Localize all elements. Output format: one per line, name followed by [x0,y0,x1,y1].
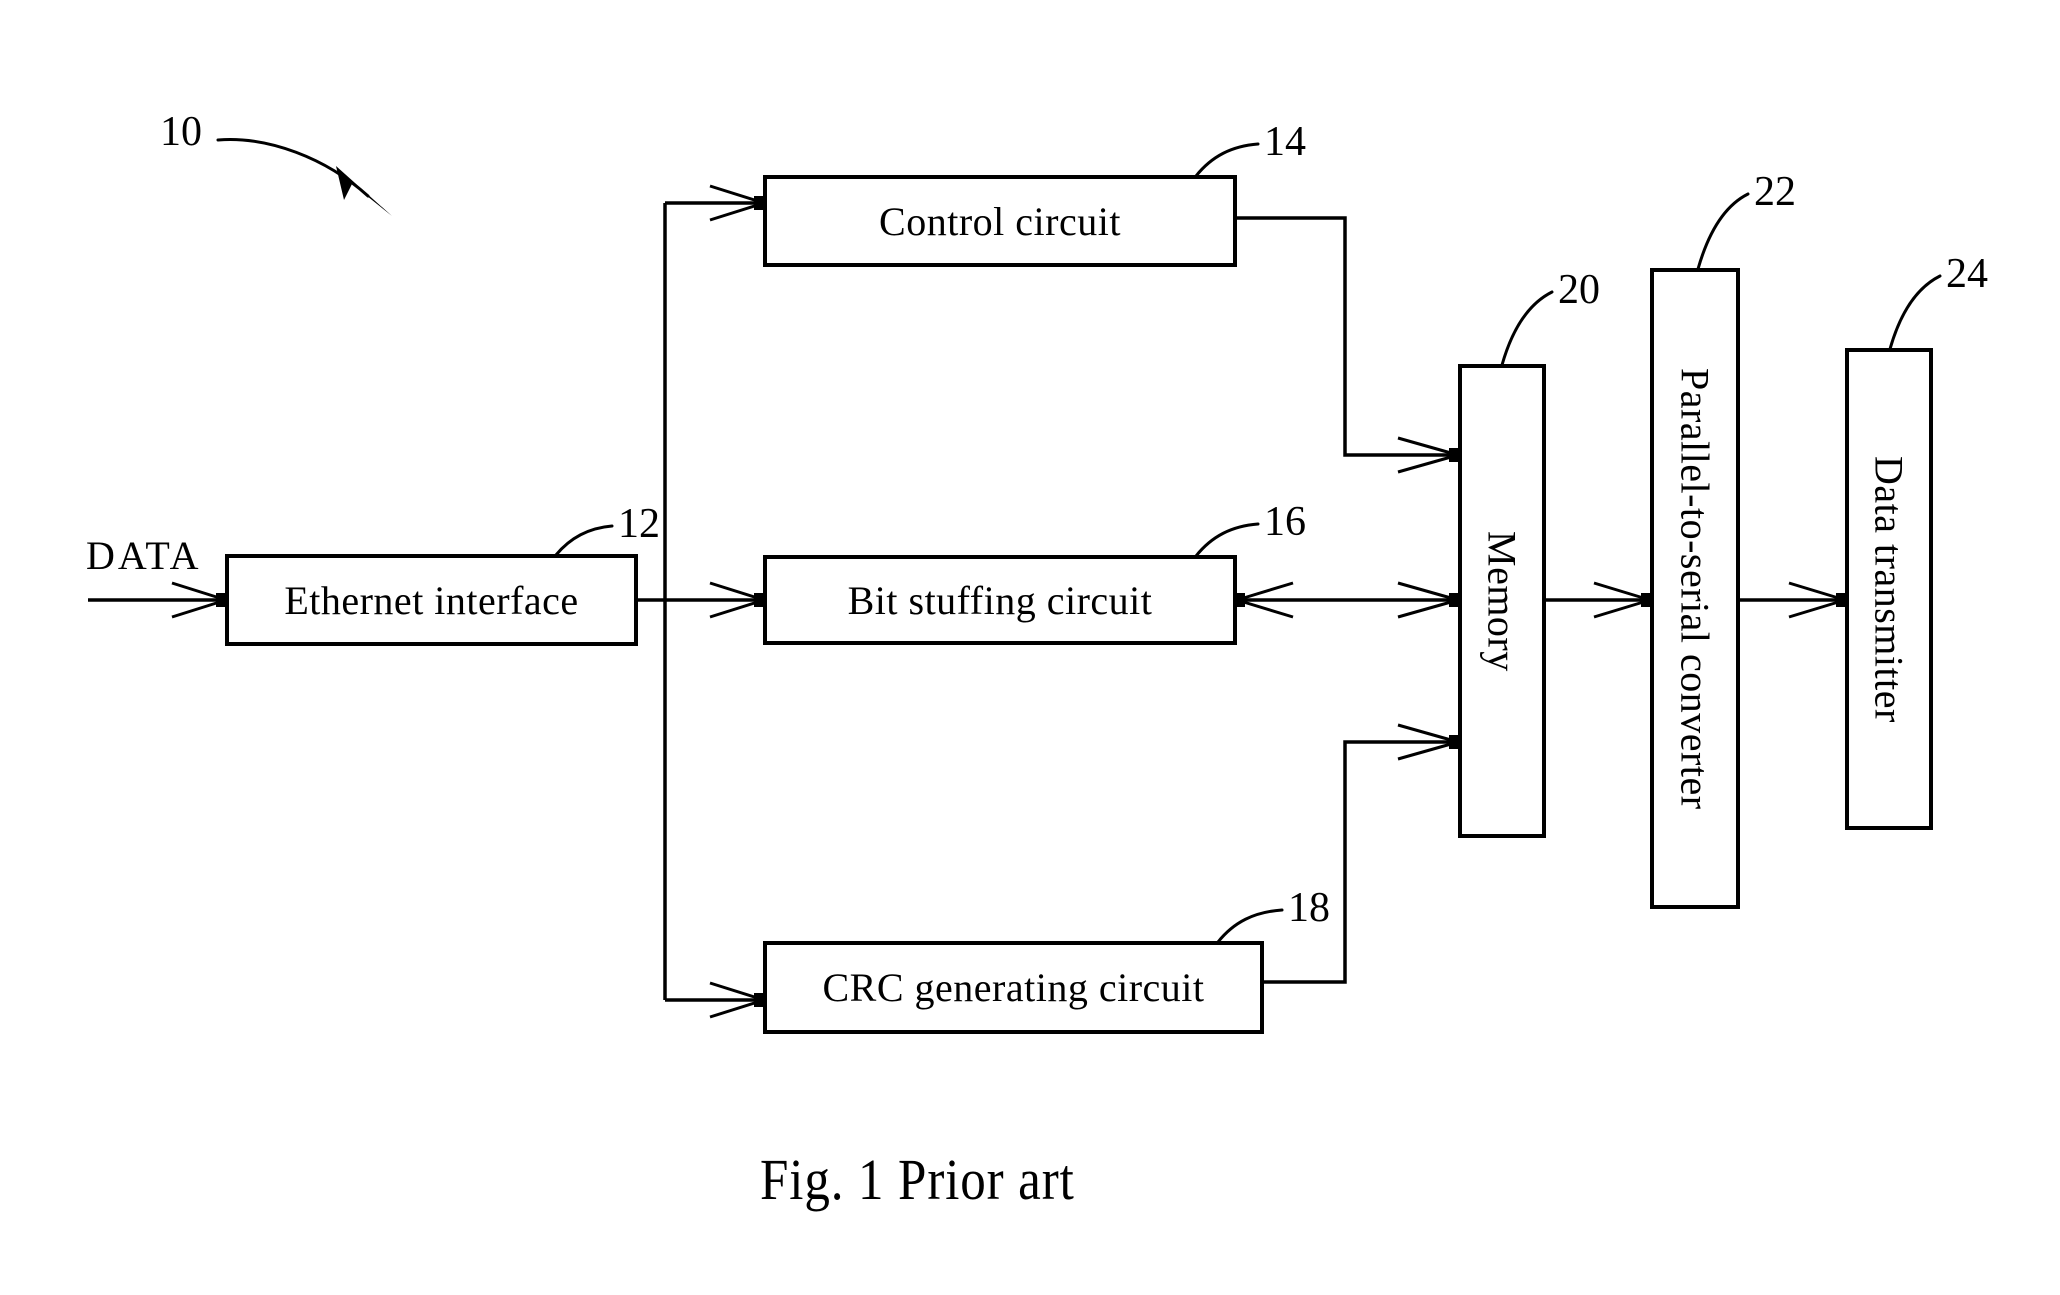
wire-bus-to-bitstuffing [665,581,766,619]
block-control-circuit[interactable] [763,175,1237,267]
block-ethernet-interface[interactable] [225,554,638,646]
figure-caption: Fig. 1 Prior art [760,1147,1075,1212]
leader-ref-10 [216,138,392,216]
input-data-label: DATA [86,533,202,578]
ref-number-14: 14 [1264,119,1306,165]
wire-data-to-ethernet [88,581,228,619]
wire-bus-to-control [665,184,766,222]
leader-ref-24 [1888,274,1942,351]
leader-ref-18 [1216,908,1284,944]
leader-ref-16 [1194,522,1260,558]
ref-number-20: 20 [1558,267,1600,313]
block-memory[interactable] [1458,364,1546,838]
leader-ref-22 [1696,192,1750,271]
block-data-transmitter[interactable] [1845,348,1933,830]
wire-bus-to-crc [665,981,766,1019]
patent-figure-canvas: DATA Ethernet interface Control circuit … [0,0,2060,1295]
block-bit-stuffing-circuit[interactable] [763,555,1237,645]
diagram-svg [88,138,1942,1034]
leader-ref-20 [1500,290,1554,367]
ref-number-18: 18 [1288,885,1330,931]
leader-ref-12 [554,524,614,557]
wire-crc-to-memory [1262,723,1461,984]
wire-ethernet-bus [636,203,667,1000]
wire-bitstuffing-to-memory [1233,581,1461,619]
leader-ref-14 [1194,142,1260,178]
ref-number-16: 16 [1264,499,1306,545]
wire-memory-to-p2s [1544,581,1653,619]
wire-control-to-memory [1235,216,1461,474]
ref-number-22: 22 [1754,169,1796,215]
wire-p2s-to-datatransmitter [1738,581,1848,619]
ref-number-12: 12 [618,501,660,547]
block-parallel-to-serial-converter[interactable] [1650,268,1740,909]
ref-number-24: 24 [1946,251,1988,297]
block-crc-generating-circuit[interactable] [763,941,1264,1034]
ref-number-10: 10 [160,109,202,155]
